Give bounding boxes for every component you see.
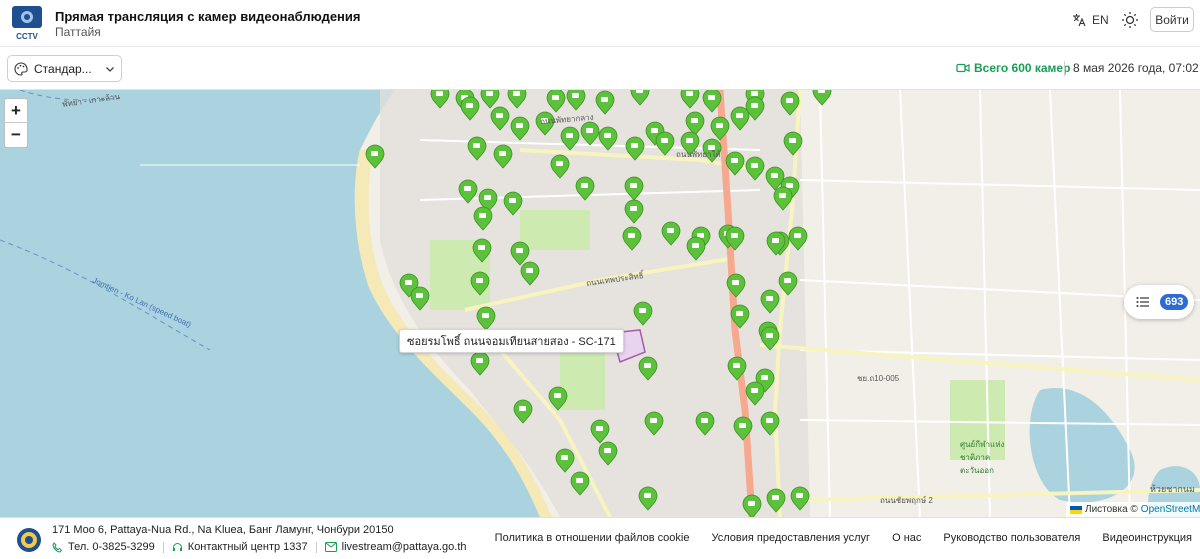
login-button[interactable]: Войти xyxy=(1150,7,1194,32)
park-area xyxy=(560,350,605,410)
footer-contact-center[interactable]: Контактный центр 1337 xyxy=(188,541,308,553)
page-title: Прямая трансляция с камер видеонаблюдени… xyxy=(55,9,361,24)
language-label: EN xyxy=(1092,13,1109,27)
app-header: CCTV Прямая трансляция с камер видеонабл… xyxy=(0,0,1200,47)
zoom-out-button[interactable]: − xyxy=(5,123,27,147)
zoom-in-button[interactable]: + xyxy=(5,99,27,123)
map-base-layer xyxy=(0,90,1200,517)
road-label: ชย.ถ10-005 xyxy=(857,374,900,383)
road-label: ถนนชัยพฤกษ์ 2 xyxy=(880,496,933,505)
city-seal-logo xyxy=(16,527,42,553)
footer-address: 171 Moo 6, Pattaya-Nua Rd., Na Kluea, Ба… xyxy=(52,524,394,536)
camera-tooltip: ซอยรมโพธิ์ ถนนจอมเทียนสายสอง - SC-171 xyxy=(399,329,624,353)
footer-phone[interactable]: Тел. 0-3825-3299 xyxy=(68,541,155,553)
footer-link-manual[interactable]: Руководство пользователя xyxy=(943,532,1080,544)
map-attribution: Листовка © OpenStreetMap xyxy=(1066,502,1200,517)
camera-count-label: Всего 600 камер xyxy=(974,61,1071,75)
palette-icon xyxy=(14,61,28,76)
app-footer: 171 Moo 6, Pattaya-Nua Rd., Na Kluea, Ба… xyxy=(0,517,1200,559)
footer-email[interactable]: livestream@pattaya.go.th xyxy=(342,541,467,553)
camera-list-button[interactable]: 693 xyxy=(1124,285,1194,319)
map-style-label: Стандар... xyxy=(34,61,92,76)
language-switch[interactable]: EN xyxy=(1072,11,1109,29)
toolbar-divider xyxy=(1064,61,1065,76)
map-toolbar: Стандар... Всего 600 камер 8 мая 2026 го… xyxy=(0,47,1200,90)
headset-icon xyxy=(172,542,182,551)
current-datetime: 8 мая 2026 года, 07:02 xyxy=(1073,61,1199,75)
footer-link-terms[interactable]: Условия предоставления услуг xyxy=(711,532,870,544)
footer-links: Политика в отношении файлов cookie Услов… xyxy=(495,532,1192,544)
road-label: ถนนพัทยาใต้ xyxy=(676,150,721,159)
camera-list-count: 693 xyxy=(1160,294,1189,310)
footer-contacts: Тел. 0-3825-3299 Контактный центр 1337 l… xyxy=(52,541,467,553)
camera-count: Всего 600 камер xyxy=(956,61,1070,75)
cctv-logo[interactable]: CCTV xyxy=(10,4,44,42)
mail-icon xyxy=(324,542,337,552)
ukraine-flag-icon xyxy=(1070,505,1082,514)
map-style-select[interactable]: Стандар... xyxy=(7,55,122,82)
theme-toggle-button[interactable] xyxy=(1120,10,1140,30)
camera-map[interactable]: พัทยา - เกาะล้าน Jomtien - Ko Lan (speed… xyxy=(0,90,1200,517)
phone-icon xyxy=(52,541,63,553)
translate-icon xyxy=(1073,14,1086,27)
attribution-prefix: Листовка © xyxy=(1085,504,1138,515)
zoom-control: + − xyxy=(4,98,28,148)
footer-link-about[interactable]: О нас xyxy=(892,532,921,544)
stadium-label: ศูนย์กีฬาแห่งชาติภาคตะวันออก xyxy=(960,440,1005,475)
list-icon xyxy=(1136,297,1149,307)
osm-link[interactable]: OpenStreetMap xyxy=(1141,504,1200,515)
page-subtitle: Паттайя xyxy=(55,25,101,39)
footer-link-video[interactable]: Видеоинструкция xyxy=(1102,532,1192,544)
video-camera-icon xyxy=(956,63,970,73)
logo-text: CCTV xyxy=(16,32,38,41)
footer-link-cookie[interactable]: Политика в отношении файлов cookie xyxy=(495,532,690,544)
sun-icon xyxy=(1122,12,1138,28)
park-area xyxy=(520,210,590,250)
chevron-down-icon xyxy=(106,66,114,72)
lake-label: ห้วยชากนม xyxy=(1150,484,1195,494)
